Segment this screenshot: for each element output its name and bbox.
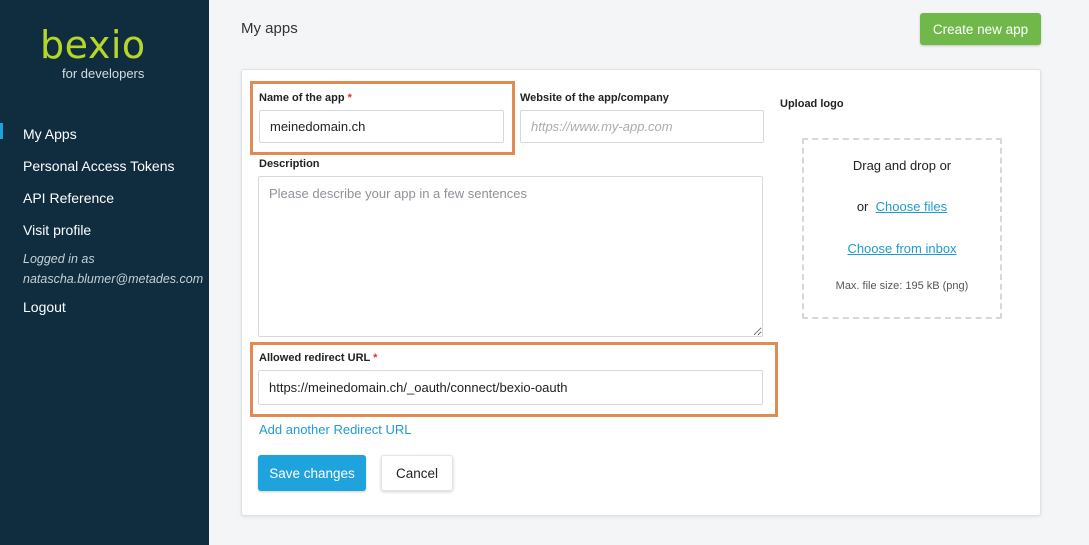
upload-logo-label: Upload logo <box>780 98 844 110</box>
logout-link[interactable]: Logout <box>0 291 209 323</box>
app-form-card: Name of the app * Website of the app/com… <box>241 69 1041 516</box>
bexio-logo[interactable]: bexio for developers <box>40 23 146 81</box>
description-textarea[interactable] <box>258 176 763 337</box>
redirect-url-input[interactable] <box>258 370 763 405</box>
app-name-input[interactable] <box>259 110 504 143</box>
or-text: or <box>856 199 869 214</box>
choose-from-inbox-link[interactable]: Choose from inbox <box>847 241 956 256</box>
sidebar-nav: My Apps Personal Access Tokens API Refer… <box>0 118 209 323</box>
drag-drop-text: Drag and drop or <box>852 158 952 173</box>
choose-inbox-row: Choose from inbox <box>804 241 1000 256</box>
max-file-size-text: Max. file size: 195 kB (png) <box>835 280 969 292</box>
add-redirect-url-link[interactable]: Add another Redirect URL <box>259 422 411 437</box>
redirect-url-label-text: Allowed redirect URL <box>259 352 371 364</box>
app-name-label: Name of the app * <box>259 92 352 104</box>
sidebar-item-my-apps[interactable]: My Apps <box>0 118 209 150</box>
logo-subtitle: for developers <box>62 66 145 81</box>
app-name-label-text: Name of the app <box>259 92 345 104</box>
sidebar-item-personal-access-tokens[interactable]: Personal Access Tokens <box>0 150 209 182</box>
logged-in-user: natascha.blumer@metades.com <box>23 272 204 286</box>
create-new-app-button[interactable]: Create new app <box>920 13 1041 45</box>
page-title: My apps <box>241 20 298 37</box>
logged-in-label: Logged in as <box>23 252 95 266</box>
logo-text: bexio <box>40 23 146 67</box>
logged-in-info: Logged in as natascha.blumer@metades.com <box>0 246 209 289</box>
website-input[interactable] <box>520 110 764 143</box>
required-mark: * <box>347 92 352 104</box>
choose-files-link[interactable]: Choose files <box>876 199 948 214</box>
sidebar-item-api-reference[interactable]: API Reference <box>0 182 209 214</box>
sidebar-item-visit-profile[interactable]: Visit profile <box>0 214 209 246</box>
logo-dropzone[interactable]: Drag and drop or or Choose files Choose … <box>802 138 1002 319</box>
redirect-url-label: Allowed redirect URL * <box>259 352 377 364</box>
save-changes-button[interactable]: Save changes <box>258 455 366 491</box>
cancel-button[interactable]: Cancel <box>381 455 453 491</box>
website-label: Website of the app/company <box>520 92 669 104</box>
choose-files-row: or Choose files <box>804 199 1000 214</box>
sidebar: bexio for developers My Apps Personal Ac… <box>0 0 209 545</box>
description-label: Description <box>259 158 320 170</box>
required-mark: * <box>373 352 378 364</box>
